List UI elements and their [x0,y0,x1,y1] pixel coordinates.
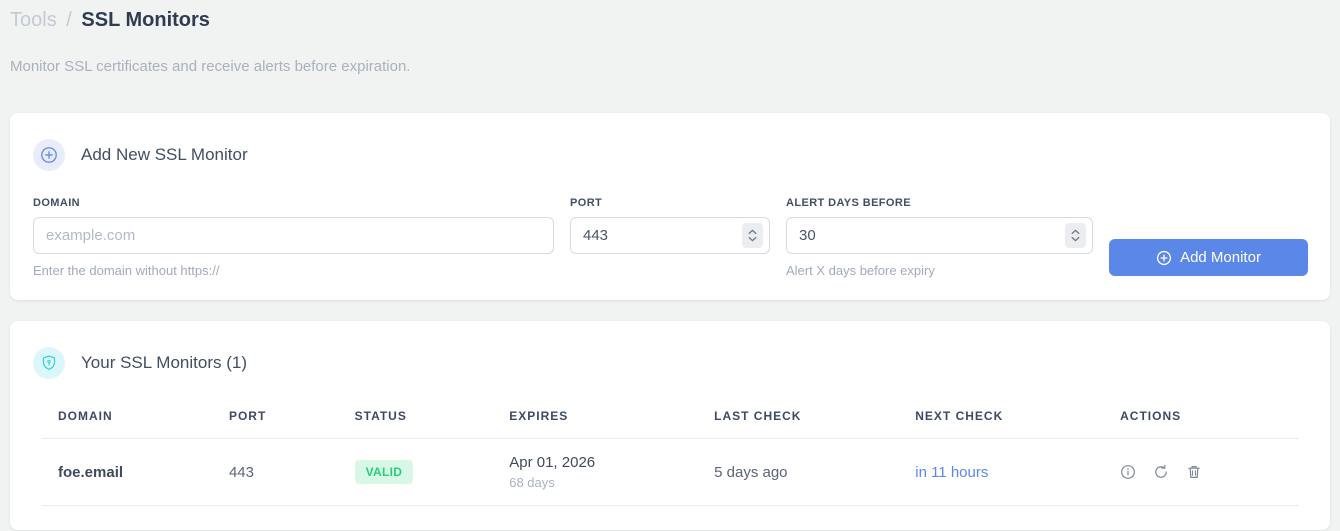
monitor-last-check: 5 days ago [698,438,900,506]
col-header-domain: DOMAIN [42,401,213,439]
monitor-domain: foe.email [42,438,213,506]
plus-circle-icon [33,139,65,171]
col-header-status: STATUS [338,401,494,439]
add-monitor-button[interactable]: Add Monitor [1109,239,1308,276]
monitor-expires-days: 68 days [509,475,555,490]
breadcrumb-parent[interactable]: Tools [10,9,57,31]
monitor-port: 443 [212,438,339,506]
col-header-last-check: LAST CHECK [698,401,900,439]
col-header-port: PORT [212,401,339,439]
add-monitor-button-label: Add Monitor [1180,249,1261,266]
monitors-table: DOMAIN PORT STATUS EXPIRES LAST CHECK NE… [42,401,1299,506]
add-monitor-card: Add New SSL Monitor DOMAIN Enter the dom… [10,113,1330,300]
page-subtitle: Monitor SSL certificates and receive ale… [10,58,411,75]
info-icon[interactable] [1120,464,1136,480]
add-monitor-title: Add New SSL Monitor [81,145,248,164]
page: Tools / SSL Monitors Monitor SSL certifi… [0,6,1340,530]
col-header-expires: EXPIRES [493,401,699,439]
monitors-header: Your SSL Monitors (1) [33,347,1308,379]
port-stepper[interactable] [742,223,763,248]
monitor-expires-date: Apr 01, 2026 [509,454,596,471]
plus-circle-icon [1156,250,1172,266]
alert-days-input[interactable] [786,217,1093,254]
monitors-card: Your SSL Monitors (1) DOMAIN PORT STATUS… [10,321,1330,530]
table-row: foe.email 443 VALID Apr 01, 2026 68 days… [42,438,1299,506]
breadcrumb: Tools / SSL Monitors [10,6,1330,34]
refresh-icon[interactable] [1153,464,1169,480]
add-monitor-header: Add New SSL Monitor [33,139,1308,171]
trash-icon[interactable] [1186,464,1202,480]
port-input[interactable] [570,217,770,254]
add-monitor-form: DOMAIN Enter the domain without https://… [33,197,1308,278]
monitor-next-check: in 11 hours [899,438,1105,506]
status-badge: VALID [354,460,414,484]
row-actions [1120,464,1283,480]
breadcrumb-separator: / [66,9,72,31]
monitors-table-wrap: DOMAIN PORT STATUS EXPIRES LAST CHECK NE… [33,401,1308,506]
monitors-title: Your SSL Monitors (1) [81,353,247,372]
col-header-actions: ACTIONS [1104,401,1299,439]
alert-days-field-group: ALERT DAYS BEFORE Alert X days before ex… [786,197,1093,278]
page-title: SSL Monitors [81,9,210,31]
alert-days-label: ALERT DAYS BEFORE [786,197,911,209]
domain-field-group: DOMAIN Enter the domain without https:// [33,197,554,278]
domain-helper: Enter the domain without https:// [33,263,220,278]
port-label: PORT [570,197,603,209]
alert-days-stepper[interactable] [1065,223,1086,248]
port-field-group: PORT [570,197,770,254]
shield-icon [33,347,65,379]
col-header-next-check: NEXT CHECK [899,401,1105,439]
table-header-row: DOMAIN PORT STATUS EXPIRES LAST CHECK NE… [42,401,1299,439]
alert-days-helper: Alert X days before expiry [786,263,935,278]
domain-input[interactable] [33,217,554,254]
domain-label: DOMAIN [33,197,81,209]
